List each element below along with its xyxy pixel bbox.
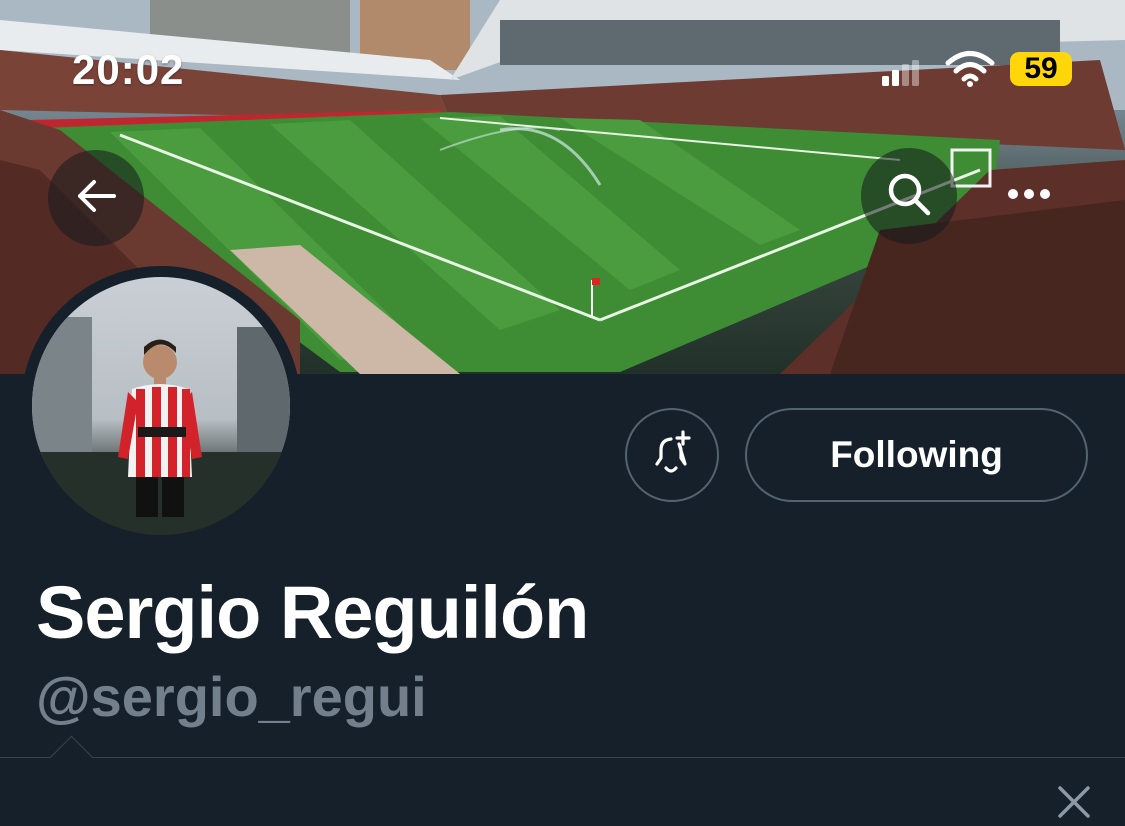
- back-button[interactable]: [48, 150, 144, 246]
- search-icon: [885, 170, 933, 223]
- avatar[interactable]: [21, 266, 301, 546]
- popover-pointer: [49, 735, 94, 780]
- search-button[interactable]: [861, 148, 957, 244]
- popover-divider: [0, 757, 1125, 758]
- user-handle: @sergio_regui: [36, 665, 427, 728]
- signal-icon: [880, 60, 920, 91]
- display-name: Sergio Reguilón: [36, 571, 589, 654]
- battery-icon: 59: [1010, 52, 1072, 86]
- avatar-image: [32, 277, 290, 535]
- following-button[interactable]: Following: [745, 408, 1088, 502]
- wifi-icon: [945, 50, 995, 93]
- more-button[interactable]: [981, 148, 1077, 244]
- back-arrow-icon: [74, 178, 118, 219]
- close-icon: [1057, 785, 1091, 824]
- status-time: 20:02: [72, 46, 185, 93]
- notifications-button[interactable]: [625, 408, 719, 502]
- bell-plus-icon: [649, 429, 695, 481]
- close-button[interactable]: [1052, 782, 1096, 826]
- more-horizontal-icon: [1007, 187, 1051, 205]
